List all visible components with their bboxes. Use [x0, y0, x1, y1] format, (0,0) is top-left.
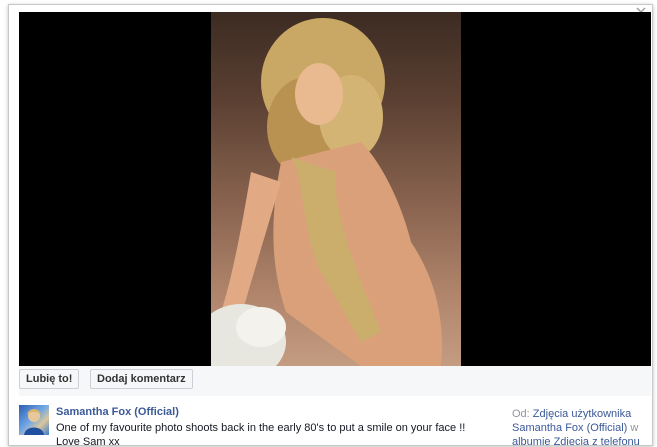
post-info: Samantha Fox (Official) One of my favour… — [19, 403, 651, 445]
post-caption: One of my favourite photo shoots back in… — [56, 422, 466, 445]
photo-viewer: Lubię to! Dodaj komentarz Samantha Fox (… — [8, 4, 653, 446]
action-bar: Lubię to! Dodaj komentarz — [19, 366, 651, 396]
source-prefix: Od: — [512, 408, 530, 420]
post-author-link[interactable]: Samantha Fox (Official) — [56, 406, 179, 418]
source-link-author[interactable]: Samantha Fox (Official) — [512, 422, 627, 434]
add-comment-button[interactable]: Dodaj komentarz — [90, 369, 193, 389]
photo[interactable] — [211, 12, 461, 366]
photo-stage — [19, 12, 651, 366]
source-mid: w — [630, 422, 639, 434]
source-link-album[interactable]: albumie Zdjęcia z telefonu — [512, 436, 640, 445]
like-button[interactable]: Lubię to! — [19, 369, 80, 389]
source-link-photos[interactable]: Zdjęcia użytkownika — [533, 408, 631, 420]
album-source: Od: Zdjęcia użytkownika Samantha Fox (Of… — [512, 407, 642, 445]
avatar[interactable] — [19, 405, 49, 435]
